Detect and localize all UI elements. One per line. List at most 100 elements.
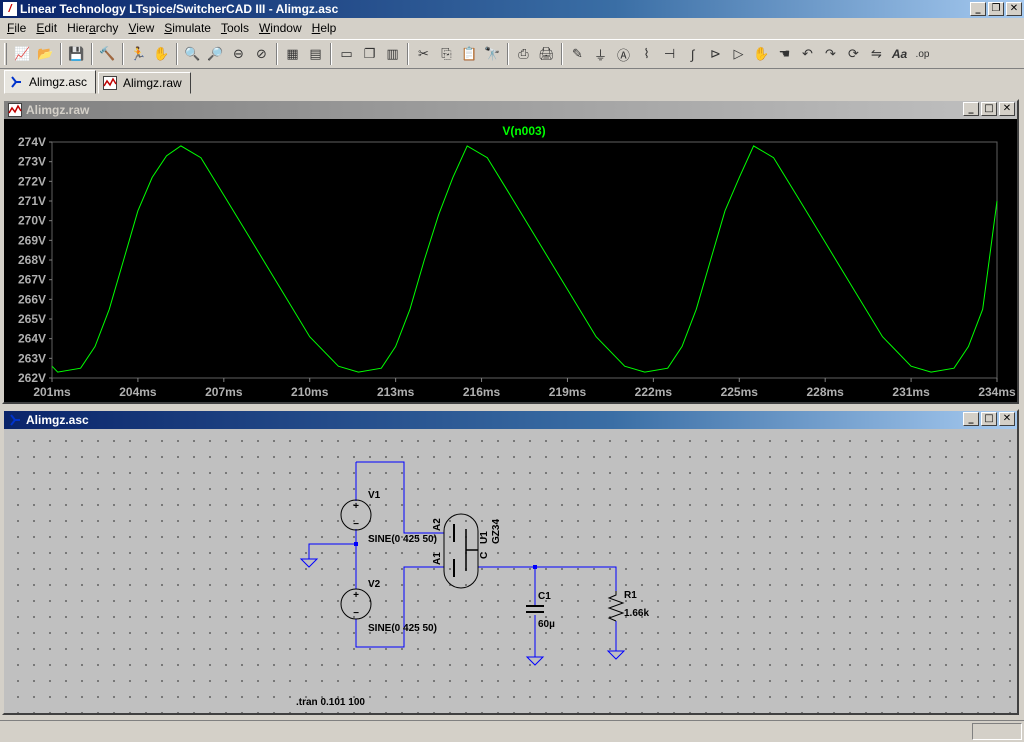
menu-file[interactable]: File: [2, 18, 31, 38]
ltspice-logo-icon[interactable]: /: [3, 2, 17, 16]
minimize-button[interactable]: _: [970, 2, 986, 16]
menu-edit[interactable]: Edit: [31, 18, 62, 38]
restore-button[interactable]: ❐: [988, 2, 1004, 16]
inductor-icon[interactable]: ∫: [681, 43, 704, 65]
label-icon[interactable]: Ⓐ: [612, 43, 635, 65]
voltage-source-v1[interactable]: + −: [340, 499, 372, 531]
schematic-close-button[interactable]: ✕: [999, 412, 1015, 426]
schematic-window-title-bar[interactable]: Alimgz.asc _ □ ✕: [4, 411, 1017, 429]
pan-icon[interactable]: ✋: [150, 43, 173, 65]
menu-window[interactable]: Window: [254, 18, 307, 38]
r1-name[interactable]: R1: [624, 590, 637, 601]
resistor-icon[interactable]: ⌇: [635, 43, 658, 65]
autorange-icon[interactable]: ▦: [281, 43, 304, 65]
close-button[interactable]: ✕: [1006, 2, 1022, 16]
ground-symbol[interactable]: [606, 650, 626, 660]
schematic-canvas[interactable]: + − V1 SINE(0 425 50) + − V2 SINE(0 425 …: [4, 429, 1017, 713]
spice-directive[interactable]: .tran 0.101 100: [296, 697, 365, 708]
toolbar-separator: [407, 43, 409, 65]
y-tick-label: 274V: [18, 135, 46, 149]
u1-value[interactable]: GZ34: [491, 519, 502, 544]
move-icon[interactable]: ✋: [750, 43, 773, 65]
x-tick-label: 228ms: [806, 385, 844, 399]
junction-dot: [533, 565, 537, 569]
y-tick-label: 270V: [18, 214, 46, 228]
menu-help[interactable]: Help: [307, 18, 342, 38]
ground-icon[interactable]: ⏚: [589, 43, 612, 65]
drag-icon[interactable]: ☚: [773, 43, 796, 65]
tile-vertical-icon[interactable]: ▥: [381, 43, 404, 65]
schematic-maximize-button[interactable]: □: [981, 412, 997, 426]
tile-horizontal-icon[interactable]: ▭: [335, 43, 358, 65]
v1-value[interactable]: SINE(0 425 50): [368, 534, 437, 545]
menu-hierarchy[interactable]: Hierarchy: [62, 18, 123, 38]
cascade-icon[interactable]: ❐: [358, 43, 381, 65]
copy-icon[interactable]: ⎘: [435, 43, 458, 65]
y-tick-label: 263V: [18, 351, 46, 365]
spice-directive-icon[interactable]: .op: [911, 43, 934, 65]
rectifier-tube-u1[interactable]: [443, 513, 479, 589]
component-icon[interactable]: ▷: [727, 43, 750, 65]
waveform-chart[interactable]: V(n003) 262V 263V 264V 265V 266V 267V 268V 269V…: [4, 119, 1017, 402]
window-controls: _ ❐ ✕: [970, 2, 1022, 16]
undo-icon[interactable]: ↶: [796, 43, 819, 65]
waveform-close-button[interactable]: ✕: [999, 102, 1015, 116]
tab-alimgz-asc[interactable]: Alimgz.asc: [4, 70, 97, 94]
wire[interactable]: [308, 543, 356, 559]
print-icon[interactable]: 🖨: [535, 43, 558, 65]
wires[interactable]: [308, 461, 617, 657]
zoom-out-icon[interactable]: ⊖: [227, 43, 250, 65]
open-icon[interactable]: 📂: [34, 43, 57, 65]
rotate-icon[interactable]: ⟳: [842, 43, 865, 65]
c1-value[interactable]: 60µ: [538, 619, 555, 630]
menu-bar: File Edit Hierarchy View Simulate Tools …: [0, 18, 1024, 38]
c1-name[interactable]: C1: [538, 591, 551, 602]
diode-icon[interactable]: ⊳: [704, 43, 727, 65]
schematic-minimize-button[interactable]: _: [963, 412, 979, 426]
find-icon[interactable]: 🔭: [481, 43, 504, 65]
window-title-bar[interactable]: / Linear Technology LTspice/SwitcherCAD …: [0, 0, 1024, 18]
save-icon[interactable]: 💾: [65, 43, 88, 65]
zoom-cancel-icon[interactable]: ⊘: [250, 43, 273, 65]
menu-tools[interactable]: Tools: [216, 18, 254, 38]
voltage-source-v2[interactable]: + −: [340, 588, 372, 620]
grid-icon[interactable]: ▤: [304, 43, 327, 65]
schematic-drawing[interactable]: + − V1 SINE(0 425 50) + − V2 SINE(0 425 …: [4, 429, 1017, 713]
u1-name[interactable]: U1: [479, 531, 490, 544]
redo-icon[interactable]: ↷: [819, 43, 842, 65]
trace-name-label[interactable]: V(n003): [502, 124, 545, 138]
new-schematic-icon[interactable]: 📈: [11, 43, 34, 65]
menu-view[interactable]: View: [123, 18, 159, 38]
r1-value[interactable]: 1.66k: [624, 608, 649, 619]
cut-icon[interactable]: ✂: [412, 43, 435, 65]
waveform-window-title-bar[interactable]: Alimgz.raw _ □ ✕: [4, 101, 1017, 119]
waveform-plot-area[interactable]: V(n003) 262V 263V 264V 265V 266V 267V 268V 269V…: [4, 119, 1017, 402]
v2-name[interactable]: V2: [368, 579, 381, 590]
wire[interactable]: [478, 566, 617, 591]
waveform-maximize-button[interactable]: □: [981, 102, 997, 116]
control-panel-icon[interactable]: 🔨: [96, 43, 119, 65]
v1-name[interactable]: V1: [368, 490, 381, 501]
trace-v-n003[interactable]: [51, 145, 998, 373]
menu-simulate[interactable]: Simulate: [159, 18, 216, 38]
ground-symbol[interactable]: [525, 656, 545, 666]
waveform-minimize-button[interactable]: _: [963, 102, 979, 116]
mirror-icon[interactable]: ⇋: [865, 43, 888, 65]
text-icon[interactable]: Aa: [888, 43, 911, 65]
x-tick-label: 213ms: [377, 385, 415, 399]
schematic-window-controls: _ □ ✕: [963, 412, 1015, 426]
zoom-rect-icon[interactable]: 🔎: [204, 43, 227, 65]
capacitor-c1[interactable]: [526, 605, 544, 613]
resistor-r1[interactable]: [607, 591, 625, 622]
zoom-in-icon[interactable]: 🔍: [181, 43, 204, 65]
tab-alimgz-raw[interactable]: Alimgz.raw: [98, 72, 191, 94]
wire-icon[interactable]: ✎: [566, 43, 589, 65]
ground-symbol[interactable]: [299, 558, 319, 568]
toolbar-grip[interactable]: [4, 43, 7, 65]
run-icon[interactable]: 🏃: [127, 43, 150, 65]
v2-value[interactable]: SINE(0 425 50): [368, 623, 437, 634]
print-preview-icon[interactable]: ⎙: [512, 43, 535, 65]
capacitor-icon[interactable]: ⊣: [658, 43, 681, 65]
paste-icon[interactable]: 📋: [458, 43, 481, 65]
x-tick-label: 216ms: [463, 385, 501, 399]
